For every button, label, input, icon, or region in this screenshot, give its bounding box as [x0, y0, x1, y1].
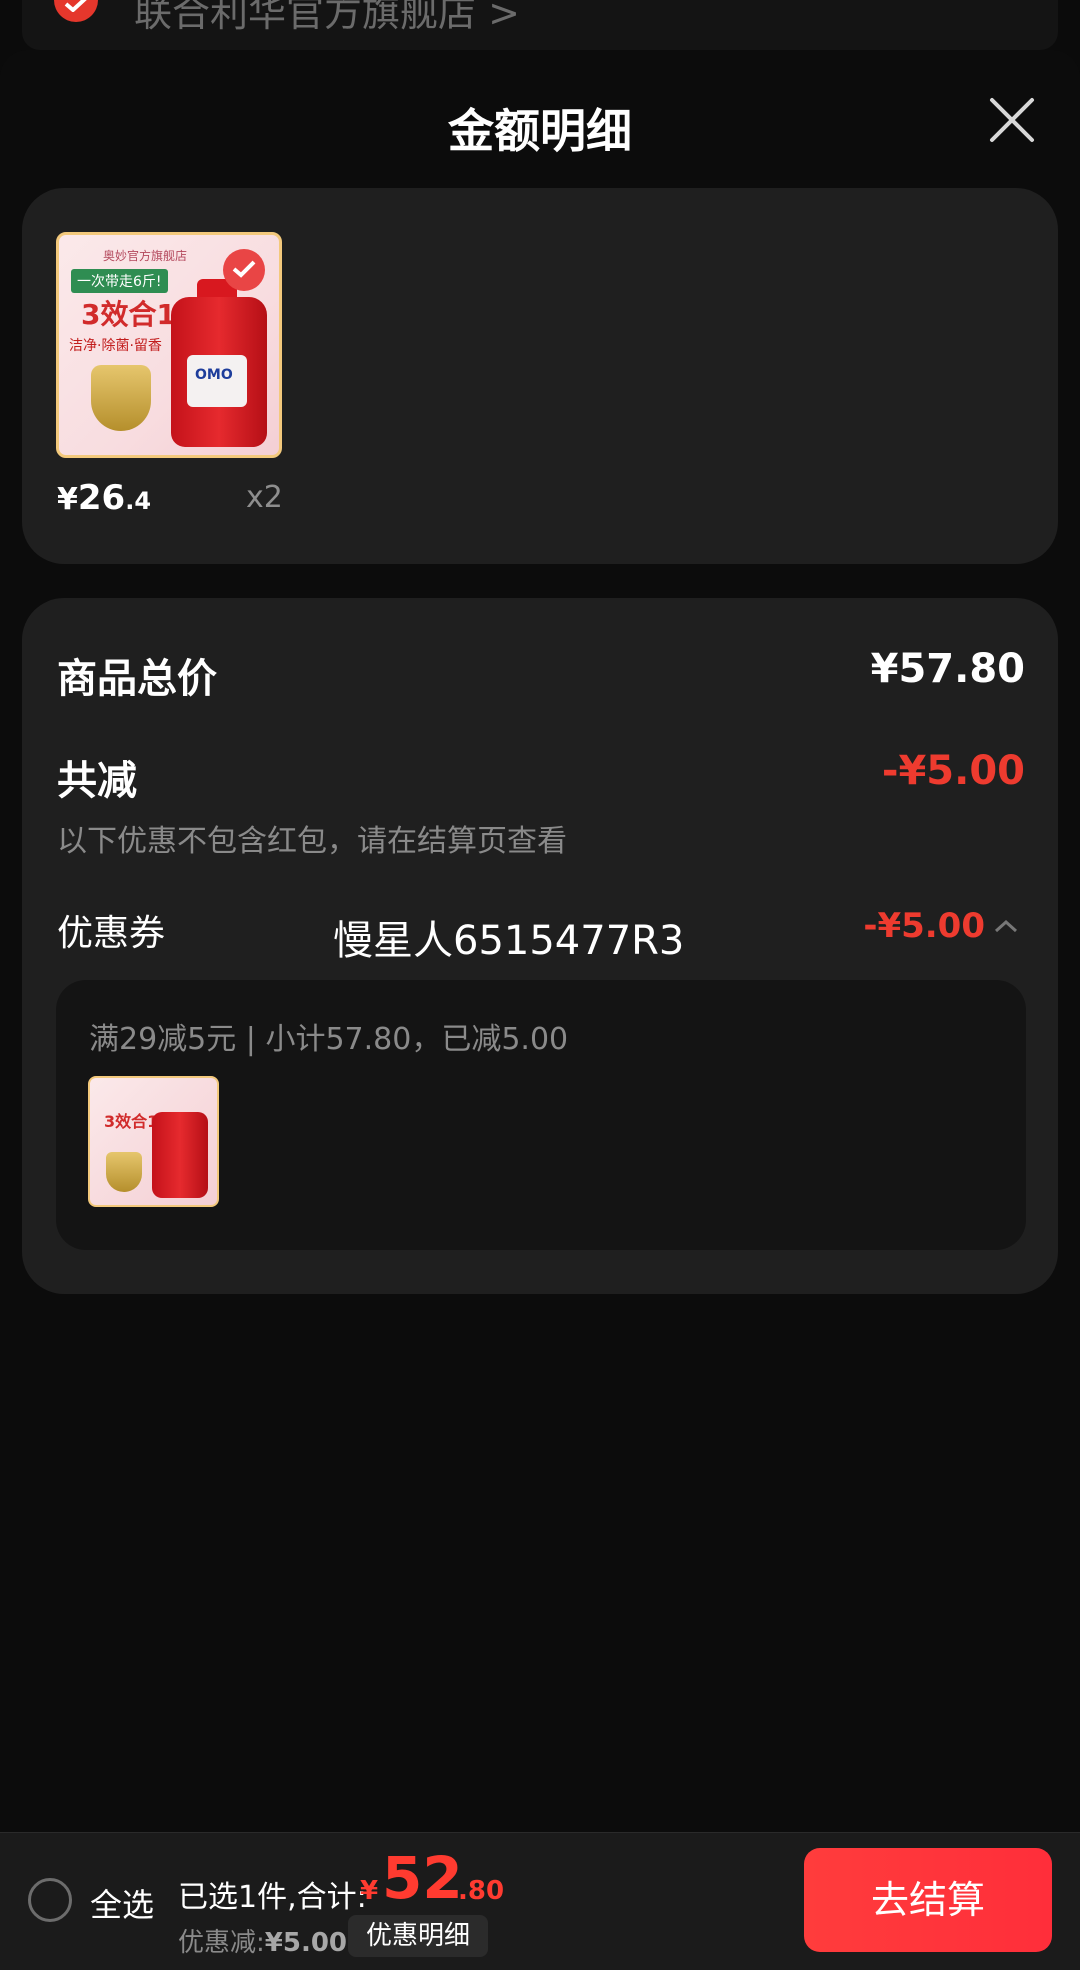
total-price-value: ¥57.80 [870, 646, 1025, 692]
discount-detail-button[interactable]: 优惠明细 [348, 1915, 489, 1957]
bottle-logo: OMO [195, 367, 233, 383]
coupon-thumb-bottle [152, 1112, 208, 1198]
selected-check-icon [223, 249, 265, 291]
thumb-brand-text: 奥妙官方旗舰店 [103, 249, 188, 263]
price-currency: ¥ [57, 482, 78, 517]
close-icon[interactable] [986, 94, 1038, 146]
coupon-description: 满29减5元 | 小计57.80，已减5.00 [89, 1022, 569, 1057]
coupon-label: 优惠券 [57, 913, 166, 954]
select-all-label[interactable]: 全选 [90, 1880, 154, 1926]
product-price: ¥26.4 [57, 478, 151, 518]
discount-summary: 优惠减:¥5.00 [178, 1922, 347, 1959]
selected-summary: 已选1件,合计: [178, 1880, 367, 1915]
total-price-label: 商品总价 [57, 656, 217, 702]
coupon-value[interactable]: -¥5.00 [863, 906, 985, 946]
watermark-text: 慢星人6515477R3 [333, 918, 685, 964]
chevron-up-icon[interactable] [994, 918, 1018, 937]
total-amount-int: 52 [382, 1844, 463, 1912]
product-card: 奥妙官方旗舰店 一次带走6斤! 3效合1 洁净·除菌·留香 OMO [22, 188, 1058, 564]
discount-value: ¥5.00 [264, 1928, 348, 1958]
thumb-headline: 3效合1 [81, 298, 176, 331]
coupon-thumb-shield-icon [106, 1152, 142, 1192]
checkout-button[interactable]: 去结算 [804, 1848, 1052, 1952]
discount-note: 以下优惠不包含红包，请在结算页查看 [57, 824, 567, 859]
coupon-thumb-headline: 3效合1 [104, 1112, 159, 1131]
total-reduce-label: 共减 [57, 758, 137, 804]
total-reduce-value: -¥5.00 [881, 748, 1025, 794]
product-quantity: x2 [246, 480, 283, 515]
thumb-tag: 一次带走6斤! [71, 269, 168, 293]
gold-shield-icon [91, 365, 151, 431]
store-name-link[interactable]: 联合利华官方旗舰店 > [134, 0, 520, 37]
sheet-title: 金额明细 [448, 104, 632, 158]
select-all-checkbox[interactable] [28, 1878, 72, 1922]
thumb-features: 洁净·除菌·留香 [69, 338, 162, 354]
total-currency: ¥ [360, 1876, 379, 1906]
discount-label: 优惠减: [178, 1928, 265, 1958]
product-thumbnail[interactable]: 奥妙官方旗舰店 一次带走6斤! 3效合1 洁净·除菌·留香 OMO [56, 232, 282, 458]
price-dec: .4 [125, 487, 152, 515]
coupon-product-thumbnail: 3效合1 [88, 1076, 219, 1207]
bottle-label: OMO [187, 355, 247, 407]
price-int: 26 [77, 478, 126, 518]
total-amount-dec: .80 [458, 1876, 505, 1906]
